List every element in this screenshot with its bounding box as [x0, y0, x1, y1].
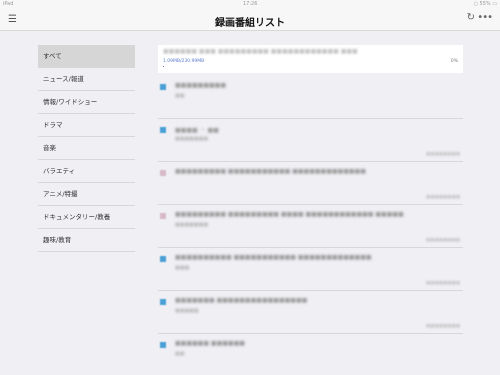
program-title: ■■■■■■■■■■ ■■■■■■■■■■■ ■■■■■■■■■■■■■: [175, 254, 372, 261]
page-title: 録画番組リスト: [215, 18, 285, 29]
program-date: ■■■■■■■■: [425, 281, 460, 286]
category-hobby[interactable]: 趣味/教育: [38, 229, 135, 252]
list-item[interactable]: ■■■■■■■ ■■■■■■■■■■■■■■■■ ■■■■■ ■■■■■■■■: [158, 291, 463, 334]
program-date: ■■■■■■■■: [425, 195, 460, 200]
program-date: ■■■■■■■■: [425, 152, 460, 157]
category-news[interactable]: ニュース/報道: [38, 68, 135, 91]
download-percent: 0%: [450, 59, 458, 64]
program-thumbnail-icon: [160, 213, 166, 219]
more-icon[interactable]: •••: [477, 12, 493, 23]
list-item[interactable]: ■■■■■■■■■■ ■■■■■■■■■■■ ■■■■■■■■■■■■■ ■■■…: [158, 248, 463, 291]
progress-bar: [163, 66, 165, 67]
program-title: ■■■■■■■■■ ■■■■■■■■■ ■■■■ ■■■■■■■■■■■■ ■■…: [175, 211, 404, 218]
program-thumbnail-icon: [160, 299, 166, 305]
program-thumbnail-icon: [160, 127, 166, 133]
list-item[interactable]: ■■■■■■ ■■■■■■ ■■: [158, 334, 463, 375]
list-item[interactable]: ■■■■■■■■■ ■■■■■■■■■■■ ■■■■■■■■■■■■■ ■■■■…: [158, 162, 463, 205]
program-channel: ■■■: [175, 265, 190, 271]
category-drama[interactable]: ドラマ: [38, 114, 135, 137]
program-title: ■■■■■■■■■: [175, 82, 227, 89]
category-sidebar: すべて ニュース/報道 情報/ワイドショー ドラマ 音楽 バラエティ アニメ/特…: [38, 45, 135, 252]
program-title: ■■■■■■■■■ ■■■■■■■■■■■ ■■■■■■■■■■■■■: [175, 168, 366, 175]
program-thumbnail-icon: [160, 84, 166, 90]
program-channel: ■■: [175, 93, 185, 99]
clock: 17:26: [243, 1, 258, 7]
list-item[interactable]: ■■■■■■■■■ ■■: [158, 76, 463, 119]
category-anime[interactable]: アニメ/特撮: [38, 183, 135, 206]
download-title: ■■■■■■ ■■■ ■■■■■■■■■ ■■■■■■■■■■■■ ■■■: [163, 48, 358, 55]
program-channel: ■■■■■■■: [175, 136, 209, 142]
program-channel: ■■: [175, 351, 185, 357]
status-bar: iPad 17:26 ○ 55% ▭: [0, 0, 500, 9]
category-documentary[interactable]: ドキュメンタリー/教養: [38, 206, 135, 229]
program-channel: ■■■■■: [175, 308, 199, 314]
program-thumbnail-icon: [160, 342, 166, 348]
navigation-bar: ☰ 録画番組リスト ↻ •••: [0, 9, 500, 31]
category-all[interactable]: すべて: [38, 45, 135, 68]
program-thumbnail-icon: [160, 170, 166, 176]
category-music[interactable]: 音楽: [38, 137, 135, 160]
device-label: iPad: [3, 1, 14, 7]
program-title: ■■■■■■■ ■■■■■■■■■■■■■■■■: [175, 297, 308, 304]
program-channel: ■■■■■■■: [175, 222, 209, 228]
program-date: ■■■■■■■■: [425, 238, 460, 243]
program-title: ■■■■■■ ■■■■■■: [175, 340, 245, 347]
battery-indicator: ○ 55% ▭: [473, 1, 497, 7]
list-item[interactable]: ■■■■■■■■■ ■■■■■■■■■ ■■■■ ■■■■■■■■■■■■ ■■…: [158, 205, 463, 248]
list-item[interactable]: ■■■■ ・ ■■ ■■■■■■■ ■■■■■■■■: [158, 119, 463, 162]
program-thumbnail-icon: [160, 256, 166, 262]
recording-list: ■■■■■■ ■■■ ■■■■■■■■■ ■■■■■■■■■■■■ ■■■ 1.…: [158, 45, 463, 375]
download-size: 1.09MB/230.99MB: [163, 59, 205, 64]
category-info[interactable]: 情報/ワイドショー: [38, 91, 135, 114]
program-date: ■■■■■■■■: [425, 324, 460, 329]
refresh-icon[interactable]: ↻: [467, 12, 475, 23]
program-title: ■■■■ ・ ■■: [175, 127, 219, 134]
download-progress-card[interactable]: ■■■■■■ ■■■ ■■■■■■■■■ ■■■■■■■■■■■■ ■■■ 1.…: [158, 45, 463, 73]
category-variety[interactable]: バラエティ: [38, 160, 135, 183]
